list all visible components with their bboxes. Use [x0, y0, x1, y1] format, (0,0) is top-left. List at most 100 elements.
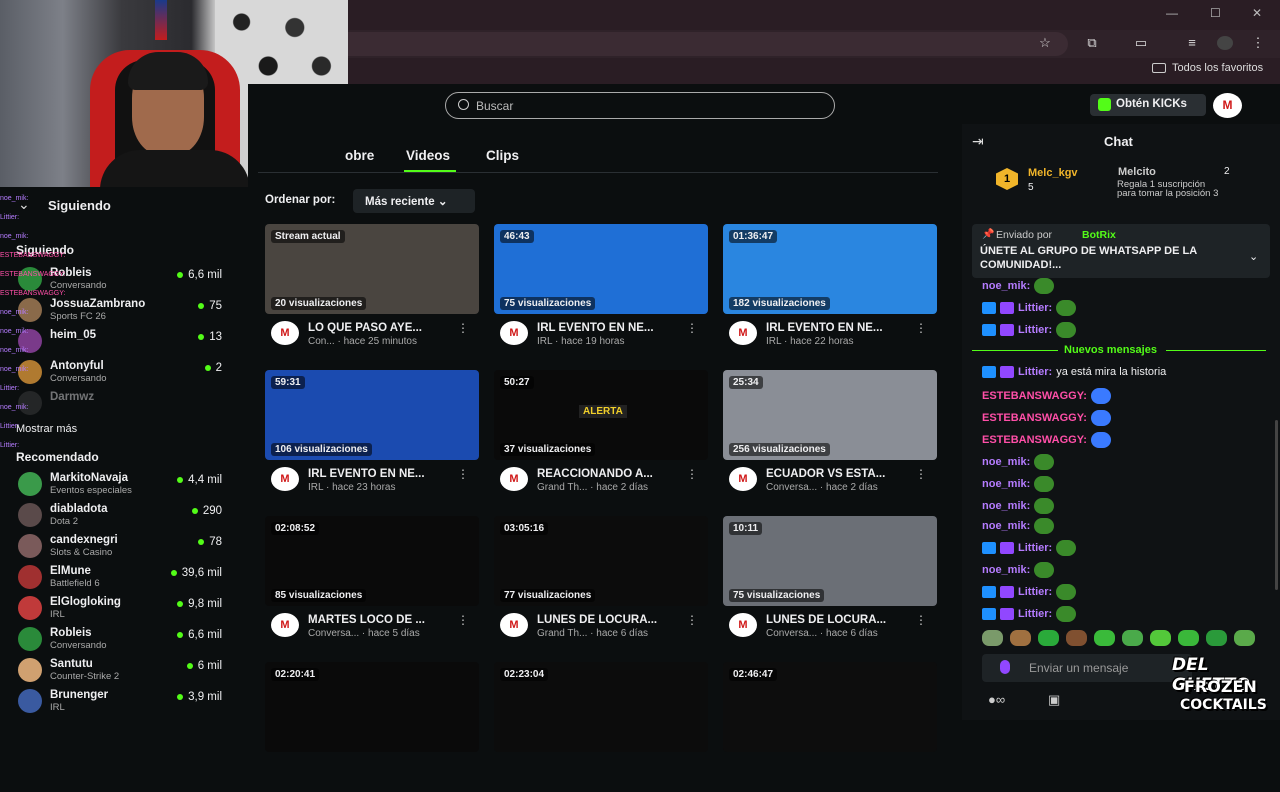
more-options-icon[interactable]: ⋮ — [686, 613, 698, 627]
chat-username[interactable]: Littier: — [1018, 302, 1052, 314]
collapse-chat-icon[interactable]: ⇥ — [972, 133, 984, 150]
channel-avatar[interactable]: M — [271, 613, 299, 637]
sidebar-channel[interactable]: JossuaZambrano Sports FC 26 75 — [18, 296, 228, 326]
channel-avatar[interactable]: M — [729, 321, 757, 345]
channel-avatar[interactable]: M — [729, 613, 757, 637]
profile-icon[interactable] — [1217, 36, 1233, 50]
video-thumbnail[interactable]: ALERTA 50:27 37 visualizaciones — [494, 370, 708, 460]
video-thumbnail[interactable]: 01:36:47 182 visualizaciones — [723, 224, 937, 314]
all-bookmarks[interactable]: Todos los favoritos — [1152, 62, 1263, 74]
points-icon[interactable]: ●∞ — [988, 692, 1005, 707]
sidebar-channel[interactable]: Brunenger IRL 3,9 mil — [18, 687, 228, 717]
more-options-icon[interactable]: ⋮ — [457, 321, 469, 335]
chat-username[interactable]: noe_mik: — [982, 280, 1030, 292]
channel-avatar[interactable]: M — [271, 467, 299, 491]
cast-icon[interactable]: ▭ — [1133, 36, 1149, 50]
video-thumbnail[interactable]: 02:46:47 — [723, 662, 937, 752]
emote-icon[interactable] — [1234, 630, 1255, 646]
sidebar-channel[interactable]: Darmwz — [18, 389, 228, 419]
more-options-icon[interactable]: ⋮ — [915, 321, 927, 335]
channel-avatar[interactable]: M — [271, 321, 299, 345]
chat-username[interactable]: Littier: — [1018, 366, 1052, 378]
chat-username[interactable]: Littier: — [1018, 542, 1052, 554]
chat-username[interactable]: noe_mik: — [982, 500, 1030, 512]
video-card[interactable]: 02:46:47 — [723, 662, 937, 792]
video-title[interactable]: REACCIONANDO A... — [537, 468, 653, 480]
chat-username[interactable]: noe_mik: — [982, 564, 1030, 576]
video-thumbnail[interactable]: 10:11 75 visualizaciones — [723, 516, 937, 606]
tab-clips[interactable]: Clips — [486, 148, 519, 163]
video-title[interactable]: ECUADOR VS ESTA... — [766, 468, 885, 480]
video-card[interactable]: 01:36:47 182 visualizaciones M IRL EVENTO E… — [723, 224, 937, 354]
maximize-icon[interactable]: ☐ — [1210, 6, 1221, 20]
more-options-icon[interactable]: ⋮ — [686, 321, 698, 335]
video-card[interactable]: 02:20:41 — [265, 662, 479, 792]
channel-avatar[interactable]: M — [500, 467, 528, 491]
chat-username[interactable]: Littier: — [1018, 586, 1052, 598]
chat-username[interactable]: noe_mik: — [982, 456, 1030, 468]
pinned-message[interactable]: 📌 Enviado por BotRix ÚNETE AL GRUPO DE W… — [972, 224, 1270, 278]
video-thumbnail[interactable]: 46:43 75 visualizaciones — [494, 224, 708, 314]
tab-videos[interactable]: Videos — [406, 148, 450, 163]
menu-icon[interactable]: ⋮ — [1250, 36, 1266, 50]
chat-username[interactable]: ESTEBANSWAGGY: — [982, 390, 1087, 402]
video-card[interactable]: 10:11 75 visualizaciones M LUNES DE LOCURA.… — [723, 516, 937, 646]
store-icon[interactable]: ▣ — [1048, 692, 1060, 708]
minimize-icon[interactable]: — — [1166, 6, 1178, 20]
emote-icon[interactable] — [1094, 630, 1115, 646]
video-thumbnail[interactable]: 02:20:41 — [265, 662, 479, 752]
media-icon[interactable]: ≡ — [1184, 36, 1200, 50]
video-title[interactable]: IRL EVENTO EN NE... — [537, 322, 654, 334]
video-thumbnail[interactable]: 02:23:04 — [494, 662, 708, 752]
more-options-icon[interactable]: ⋮ — [915, 467, 927, 481]
video-title[interactable]: LO QUE PASO AYE... — [308, 322, 422, 334]
address-bar[interactable] — [348, 32, 1068, 56]
video-card[interactable]: 02:23:04 — [494, 662, 708, 792]
tab-about[interactable]: obre — [345, 148, 374, 163]
channel-avatar[interactable]: M — [729, 467, 757, 491]
emote-icon[interactable] — [1178, 630, 1199, 646]
video-title[interactable]: MARTES LOCO DE ... — [308, 614, 425, 626]
video-card[interactable]: 59:31 106 visualizaciones M IRL EVENTO EN N… — [265, 370, 479, 500]
emote-icon[interactable] — [1066, 630, 1087, 646]
more-options-icon[interactable]: ⋮ — [457, 613, 469, 627]
close-icon[interactable]: ✕ — [1252, 6, 1262, 20]
video-title[interactable]: LUNES DE LOCURA... — [537, 614, 657, 626]
emote-bar[interactable] — [982, 630, 1262, 648]
sidebar-channel[interactable]: MarkitoNavaja Eventos especiales 4,4 mil — [18, 470, 228, 500]
more-options-icon[interactable]: ⋮ — [915, 613, 927, 627]
video-thumbnail[interactable]: 25:34 256 visualizaciones — [723, 370, 937, 460]
sidebar-channel[interactable]: Santutu Counter-Strike 2 6 mil — [18, 656, 228, 686]
user-avatar[interactable]: M — [1213, 93, 1242, 118]
video-card[interactable]: 02:08:52 85 visualizaciones M MARTES LOCO D… — [265, 516, 479, 646]
sidebar-channel[interactable]: Robleis Conversando 6,6 mil — [18, 625, 228, 655]
more-options-icon[interactable]: ⋮ — [457, 467, 469, 481]
chat-username[interactable]: noe_mik: — [982, 478, 1030, 490]
video-card[interactable]: ALERTA 50:27 37 visualizaciones M REACCIONAN… — [494, 370, 708, 500]
sidebar-channel[interactable]: ElMune Battlefield 6 39,6 mil — [18, 563, 228, 593]
chat-username[interactable]: ESTEBANSWAGGY: — [982, 434, 1087, 446]
video-title[interactable]: IRL EVENTO EN NE... — [766, 322, 883, 334]
get-kicks-button[interactable]: Obtén KICKs — [1090, 94, 1206, 116]
sidebar-channel[interactable]: diabladota Dota 2 290 — [18, 501, 228, 531]
emote-icon[interactable] — [1150, 630, 1171, 646]
video-card[interactable]: 03:05:16 77 visualizaciones M LUNES DE LOCU… — [494, 516, 708, 646]
chat-username[interactable]: ESTEBANSWAGGY: — [982, 412, 1087, 424]
video-thumbnail[interactable]: 59:31 106 visualizaciones — [265, 370, 479, 460]
star-icon[interactable]: ☆ — [1037, 36, 1053, 50]
chat-username[interactable]: noe_mik: — [982, 520, 1030, 532]
chat-scrollbar[interactable] — [1275, 420, 1278, 590]
sidebar-channel[interactable]: Antonyful Conversando 2 — [18, 358, 228, 388]
chevron-down-icon[interactable]: ⌄ — [1249, 250, 1258, 263]
sidebar-channel[interactable]: heim_05 13 — [18, 327, 228, 357]
channel-avatar[interactable]: M — [500, 613, 528, 637]
video-title[interactable]: LUNES DE LOCURA... — [766, 614, 886, 626]
video-thumbnail[interactable]: 03:05:16 77 visualizaciones — [494, 516, 708, 606]
video-thumbnail[interactable]: Stream actual 20 visualizaciones — [265, 224, 479, 314]
sidebar-channel[interactable]: candexnegri Slots & Casino 78 — [18, 532, 228, 562]
chat-input[interactable]: Enviar un mensaje — [982, 654, 1192, 682]
video-thumbnail[interactable]: 02:08:52 85 visualizaciones — [265, 516, 479, 606]
chat-username[interactable]: Littier: — [1018, 608, 1052, 620]
video-title[interactable]: IRL EVENTO EN NE... — [308, 468, 425, 480]
emote-icon[interactable] — [982, 630, 1003, 646]
